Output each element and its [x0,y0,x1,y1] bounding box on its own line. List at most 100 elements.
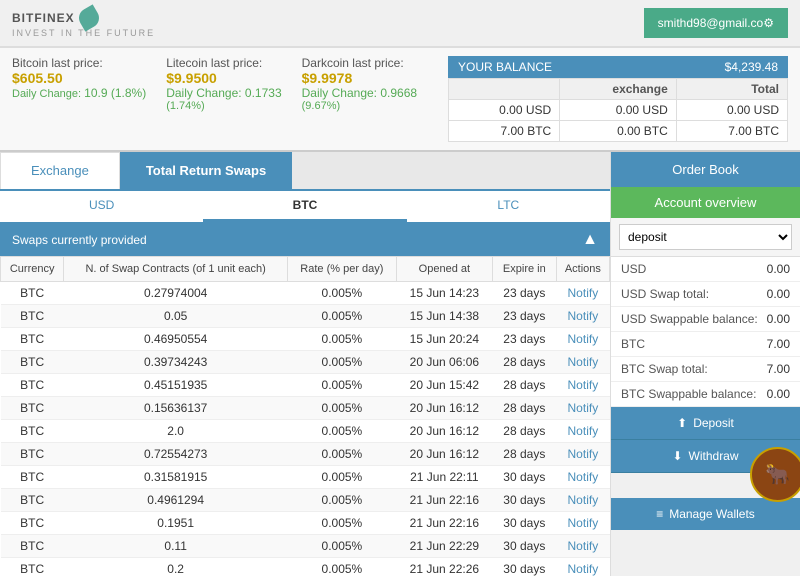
action-cell[interactable]: Notify [556,397,609,420]
table-row: BTC 2.0 0.005% 20 Jun 16:12 28 days Noti… [1,420,610,443]
notify-link[interactable]: Notify [568,378,599,392]
user-button[interactable]: smithd98@gmail.co⚙ [644,8,788,38]
notify-link[interactable]: Notify [568,401,599,415]
opened-cell: 21 Jun 22:16 [396,489,492,512]
manage-wallets-label: Manage Wallets [669,507,755,521]
opened-cell: 15 Jun 14:38 [396,305,492,328]
col-header: N. of Swap Contracts (of 1 unit each) [64,257,288,282]
currency-cell: BTC [1,282,64,305]
balance-col-deposit [449,79,560,100]
contracts-cell: 0.27974004 [64,282,288,305]
table-row: BTC 0.72554273 0.005% 20 Jun 16:12 28 da… [1,443,610,466]
notify-link[interactable]: Notify [568,355,599,369]
currency-cell: BTC [1,489,64,512]
notify-link[interactable]: Notify [568,539,599,553]
notify-link[interactable]: Notify [568,332,599,346]
expire-cell: 30 days [492,535,556,558]
action-cell[interactable]: Notify [556,512,609,535]
account-item-value: 0.00 [767,312,790,326]
account-row: USD Swap total: 0.00 [611,282,800,307]
action-cell[interactable]: Notify [556,351,609,374]
rate-cell: 0.005% [287,397,396,420]
contracts-cell: 0.31581915 [64,466,288,489]
account-type-select[interactable]: deposit exchange [619,224,792,250]
withdraw-label: Withdraw [689,449,739,463]
notify-link[interactable]: Notify [568,447,599,461]
account-item-label: BTC Swappable balance: [621,387,756,401]
rate-cell: 0.005% [287,466,396,489]
top-section: Bitcoin last price: $605.50 Daily Change… [0,48,800,152]
main-layout: Exchange Total Return Swaps USD BTC LTC … [0,152,800,576]
opened-cell: 15 Jun 14:23 [396,282,492,305]
manage-wallets-button[interactable]: ≡ Manage Wallets [611,498,800,530]
swaps-table: CurrencyN. of Swap Contracts (of 1 unit … [0,256,610,576]
expire-cell: 30 days [492,466,556,489]
account-row: USD 0.00 [611,257,800,282]
currency-cell: BTC [1,466,64,489]
withdraw-button[interactable]: ⬇ Withdraw 🐂 [611,440,800,473]
action-cell[interactable]: Notify [556,282,609,305]
account-item-label: BTC [621,337,645,351]
expire-cell: 28 days [492,351,556,374]
table-row: BTC 0.39734243 0.005% 20 Jun 06:06 28 da… [1,351,610,374]
balance-col-total: Total [676,79,787,100]
account-item-value: 7.00 [767,362,790,376]
action-cell[interactable]: Notify [556,374,609,397]
manage-wallets-icon: ≡ [656,507,663,521]
table-row: BTC 0.4961294 0.005% 21 Jun 22:16 30 day… [1,489,610,512]
litecoin-change: Daily Change: 0.1733 [166,86,281,100]
deposit-button[interactable]: ⬆ Deposit [611,407,800,440]
bitcoin-value: $605.50 [12,70,146,86]
action-buttons: ⬆ Deposit ⬇ Withdraw 🐂 ≡ Manage Wallets [611,407,800,530]
account-overview-button[interactable]: Account overview [611,187,800,218]
notify-link[interactable]: Notify [568,516,599,530]
collapse-icon[interactable]: ▲ [582,231,598,249]
action-cell[interactable]: Notify [556,443,609,466]
balance-exchange: 0.00 USD [560,100,677,121]
contracts-cell: 0.11 [64,535,288,558]
litecoin-value: $9.9500 [166,70,281,86]
sub-tab-ltc[interactable]: LTC [407,191,610,222]
tab-total-return-swaps[interactable]: Total Return Swaps [120,152,292,189]
darkcoin-change2: (9.67%) [302,100,417,112]
dropdown-row: deposit exchange [611,218,800,257]
expire-cell: 28 days [492,397,556,420]
table-row: BTC 0.27974004 0.005% 15 Jun 14:23 23 da… [1,282,610,305]
sub-tab-usd[interactable]: USD [0,191,203,222]
currency-cell: BTC [1,328,64,351]
contracts-cell: 0.1951 [64,512,288,535]
table-row: BTC 0.45151935 0.005% 20 Jun 15:42 28 da… [1,374,610,397]
account-row: USD Swappable balance: 0.00 [611,307,800,332]
balance-total-val: 0.00 USD [676,100,787,121]
section-header: Swaps currently provided ▲ [0,224,610,256]
litecoin-change2: (1.74%) [166,100,281,112]
rate-cell: 0.005% [287,489,396,512]
action-cell[interactable]: Notify [556,535,609,558]
action-cell[interactable]: Notify [556,489,609,512]
action-cell[interactable]: Notify [556,420,609,443]
action-cell[interactable]: Notify [556,558,609,576]
contracts-cell: 0.46950554 [64,328,288,351]
section-title: Swaps currently provided [12,233,147,247]
notify-link[interactable]: Notify [568,470,599,484]
expire-cell: 23 days [492,305,556,328]
rate-cell: 0.005% [287,512,396,535]
balance-total-val: 7.00 BTC [676,121,787,142]
notify-link[interactable]: Notify [568,562,599,576]
notify-link[interactable]: Notify [568,424,599,438]
action-cell[interactable]: Notify [556,328,609,351]
notify-link[interactable]: Notify [568,493,599,507]
table-row: BTC 0.46950554 0.005% 15 Jun 20:24 23 da… [1,328,610,351]
sub-tab-btc[interactable]: BTC [203,191,406,222]
balance-total: $4,239.48 [725,60,778,74]
contracts-cell: 0.15636137 [64,397,288,420]
expire-cell: 23 days [492,282,556,305]
logo: BITFINEX [12,8,155,28]
tab-exchange[interactable]: Exchange [0,152,120,189]
action-cell[interactable]: Notify [556,305,609,328]
order-book-button[interactable]: Order Book [611,152,800,187]
notify-link[interactable]: Notify [568,309,599,323]
left-panel: Exchange Total Return Swaps USD BTC LTC … [0,152,610,576]
action-cell[interactable]: Notify [556,466,609,489]
notify-link[interactable]: Notify [568,286,599,300]
